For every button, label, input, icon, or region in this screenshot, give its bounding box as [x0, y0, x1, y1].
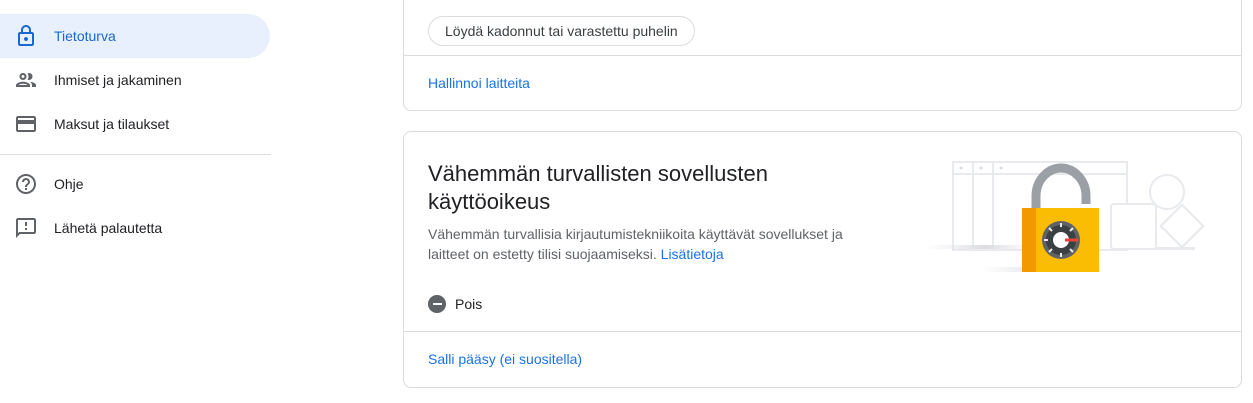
credit-card-icon: [14, 112, 38, 136]
devices-card: Löydä kadonnut tai varastettu puhelin Ha…: [403, 0, 1242, 111]
lock-icon: [14, 24, 38, 48]
learn-more-link[interactable]: Lisätietoja: [661, 246, 724, 262]
feedback-icon: [14, 216, 38, 240]
card-title: Vähemmän turvallisten sovellusten käyttö…: [428, 161, 768, 214]
sidebar-item-payments[interactable]: Maksut ja tilaukset: [0, 102, 270, 146]
status-label: Pois: [455, 296, 483, 312]
sidebar-item-label: Tietoturva: [54, 28, 116, 44]
less-secure-apps-card: Vähemmän turvallisten sovellusten käyttö…: [403, 131, 1242, 388]
sidebar-item-label: Lähetä palautetta: [54, 220, 163, 236]
sidebar-item-feedback[interactable]: Lähetä palautetta: [0, 206, 270, 250]
card-divider: [404, 331, 1241, 332]
people-icon: [14, 68, 38, 92]
sidebar-item-help[interactable]: Ohje: [0, 162, 270, 206]
unlocked-padlock-illustration: [920, 152, 1210, 277]
find-phone-button[interactable]: Löydä kadonnut tai varastettu puhelin: [428, 16, 695, 46]
sidebar-divider: [0, 154, 271, 155]
manage-devices-link[interactable]: Hallinnoi laitteita: [428, 75, 530, 91]
sidebar: Tietoturva Ihmiset ja jakaminen Maksut j…: [0, 0, 272, 403]
card-divider: [404, 55, 1241, 56]
sidebar-item-label: Ohje: [54, 176, 84, 192]
sidebar-item-label: Maksut ja tilaukset: [54, 116, 170, 132]
help-icon: [14, 172, 38, 196]
card-description: Vähemmän turvallisia kirjautumistekniiko…: [428, 224, 878, 264]
allow-access-link[interactable]: Salli pääsy (ei suositella): [428, 351, 582, 367]
description-text: Vähemmän turvallisia kirjautumistekniiko…: [428, 226, 843, 262]
access-status: Pois: [428, 295, 482, 313]
sidebar-item-label: Ihmiset ja jakaminen: [54, 72, 182, 88]
sidebar-item-people-sharing[interactable]: Ihmiset ja jakaminen: [0, 58, 270, 102]
sidebar-item-security[interactable]: Tietoturva: [0, 14, 270, 58]
minus-circle-icon: [428, 295, 446, 313]
